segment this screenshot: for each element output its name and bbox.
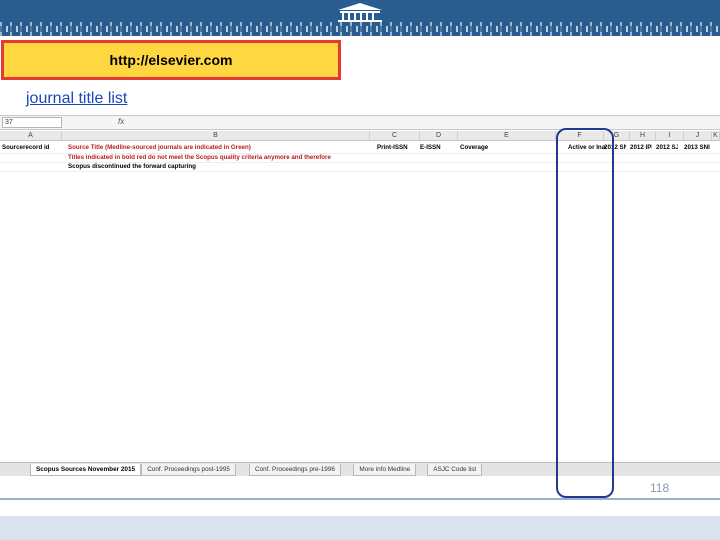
column-header-k[interactable]: K <box>712 131 720 141</box>
header-c: Print-ISSN <box>377 144 408 151</box>
header-b3: Scopus discontinued the forward capturin… <box>68 163 196 170</box>
formula-bar: 37 fx <box>0 116 720 130</box>
journal-title-list-link[interactable]: journal title list <box>26 90 127 108</box>
sheet-tab-5[interactable]: ASJC Code list <box>427 464 483 476</box>
sheet-tab-3[interactable]: Conf. Proceedings pre-1996 <box>249 464 341 476</box>
header-e: Coverage <box>460 144 489 151</box>
column-header-d[interactable]: D <box>420 131 458 141</box>
column-header-e[interactable]: E <box>458 131 556 141</box>
page-number: 118 <box>650 481 670 495</box>
footer-divider <box>0 498 720 500</box>
sheet-tab-4[interactable]: More info Medline <box>353 464 417 476</box>
fx-icon: fx <box>118 117 125 126</box>
active-status-column-highlight <box>556 128 614 498</box>
header-d: E-ISSN <box>420 144 441 151</box>
url-callout[interactable]: http://elsevier.com <box>1 40 341 80</box>
header-h: 2012 IPP <box>630 144 652 151</box>
header-b: Source Title (Medline-sourced journals a… <box>68 144 251 151</box>
column-header-j[interactable]: J <box>684 131 712 141</box>
column-header-h[interactable]: H <box>630 131 656 141</box>
column-header-a[interactable]: A <box>0 131 62 141</box>
url-text[interactable]: http://elsevier.com <box>110 52 233 68</box>
sheet-tab-1[interactable]: Scopus Sources November 2015 <box>30 464 142 476</box>
column-header-c[interactable]: C <box>370 131 420 141</box>
header-b2: Titles indicated in bold red do not meet… <box>68 154 331 161</box>
header-a: Sourcerecord id <box>2 144 50 151</box>
header-i: 2012 SJR <box>656 144 678 151</box>
name-box[interactable]: 37 <box>2 117 62 128</box>
header-j: 2013 SNIP <box>684 144 710 151</box>
greek-key-border-inner <box>0 26 720 32</box>
column-header-i[interactable]: I <box>656 131 684 141</box>
footer-bar <box>0 516 720 540</box>
slide: http://elsevier.com journal title list 3… <box>0 0 720 540</box>
sheet-tab-2[interactable]: Conf. Proceedings post-1995 <box>141 464 236 476</box>
building-logo-icon <box>338 3 382 22</box>
column-header-b[interactable]: B <box>62 131 370 141</box>
top-banner <box>0 0 720 36</box>
